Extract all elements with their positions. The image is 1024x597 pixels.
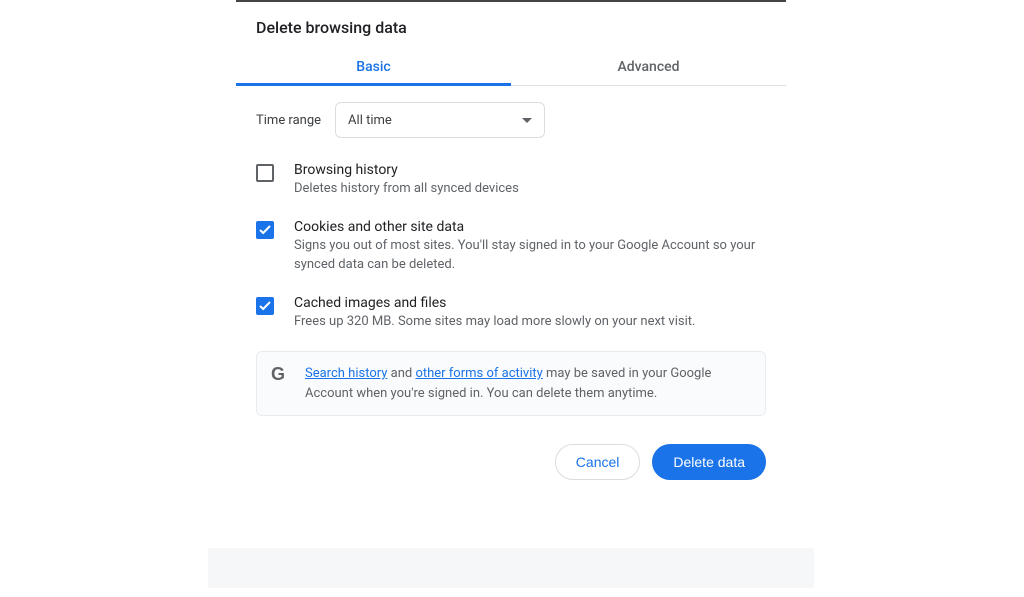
option-title: Browsing history (294, 162, 766, 178)
checkbox-browsing-history[interactable] (256, 164, 274, 182)
delete-data-button[interactable]: Delete data (652, 444, 766, 480)
option-text: Cached images and files Frees up 320 MB.… (294, 295, 766, 332)
time-range-value: All time (348, 113, 392, 128)
check-icon (259, 301, 271, 311)
option-browsing-history: Browsing history Deletes history from al… (256, 162, 766, 199)
check-icon (259, 225, 271, 235)
time-range-row: Time range All time (256, 102, 766, 138)
tab-advanced[interactable]: Advanced (511, 47, 786, 85)
dialog-title: Delete browsing data (236, 2, 786, 47)
option-text: Browsing history Deletes history from al… (294, 162, 766, 199)
info-text-seg: and (387, 366, 415, 381)
google-account-info: G Search history and other forms of acti… (256, 351, 766, 416)
dialog-body: Time range All time Browsing history Del… (236, 86, 786, 416)
google-logo-icon: G (271, 364, 291, 386)
option-desc: Deletes history from all synced devices (294, 180, 766, 199)
tabs: Basic Advanced (236, 47, 786, 86)
time-range-label: Time range (256, 113, 321, 128)
link-other-activity[interactable]: other forms of activity (415, 366, 542, 381)
footer-strip (208, 548, 814, 588)
delete-browsing-data-dialog: Delete browsing data Basic Advanced Time… (236, 0, 786, 500)
info-text: Search history and other forms of activi… (305, 364, 751, 403)
option-title: Cached images and files (294, 295, 766, 311)
time-range-select[interactable]: All time (335, 102, 545, 138)
option-title: Cookies and other site data (294, 219, 766, 235)
checkbox-cookies[interactable] (256, 221, 274, 239)
checkbox-cache[interactable] (256, 297, 274, 315)
option-cookies: Cookies and other site data Signs you ou… (256, 219, 766, 275)
option-cache: Cached images and files Frees up 320 MB.… (256, 295, 766, 332)
chevron-down-icon (522, 118, 532, 123)
cancel-button[interactable]: Cancel (555, 444, 641, 480)
link-search-history[interactable]: Search history (305, 366, 387, 381)
tab-basic[interactable]: Basic (236, 47, 511, 85)
option-text: Cookies and other site data Signs you ou… (294, 219, 766, 275)
option-desc: Signs you out of most sites. You'll stay… (294, 237, 766, 275)
dialog-actions: Cancel Delete data (236, 416, 786, 500)
option-desc: Frees up 320 MB. Some sites may load mor… (294, 313, 766, 332)
